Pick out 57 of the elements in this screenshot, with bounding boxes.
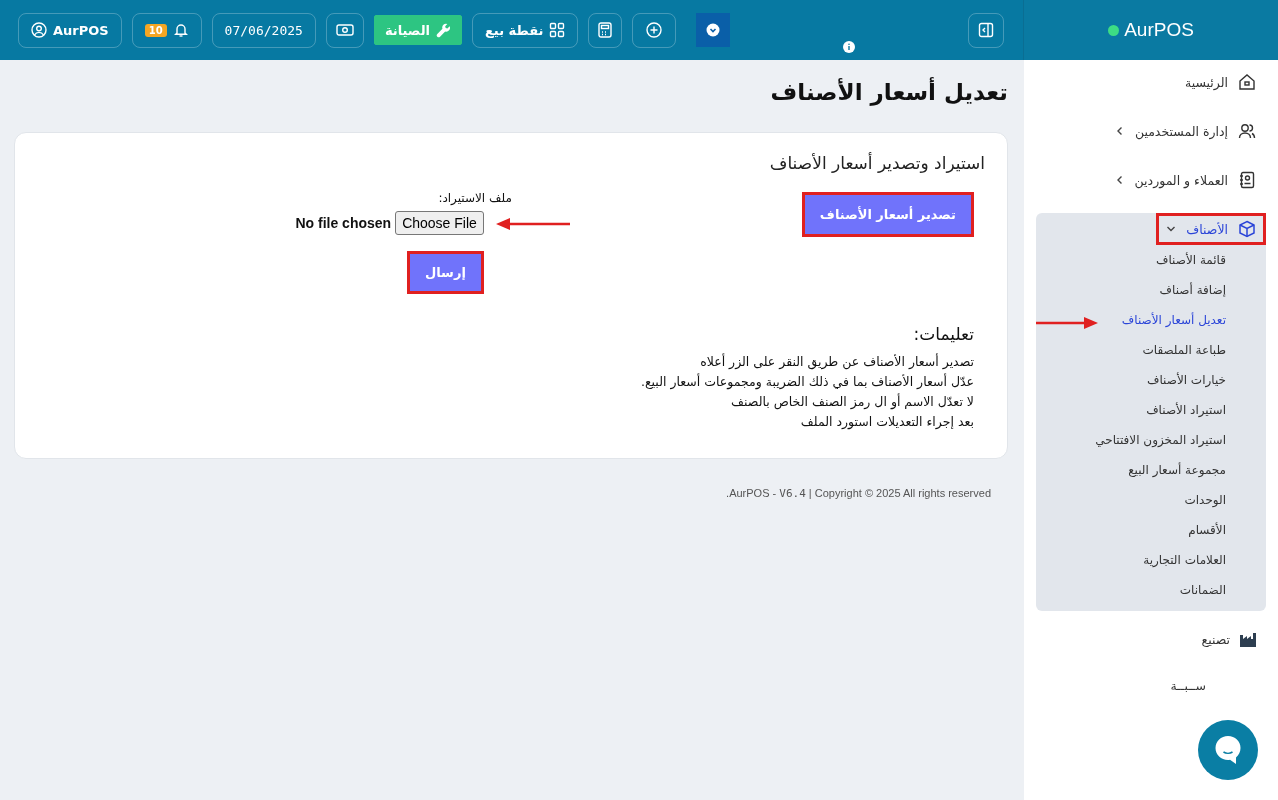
- instruction-line: بعد إجراء التعديلات استورد الملف: [799, 413, 974, 432]
- factory-icon: [1240, 632, 1256, 647]
- grid-icon: [549, 22, 566, 38]
- sidebar-item[interactable]: تصنيع: [1191, 625, 1266, 654]
- cash-icon: [335, 23, 354, 37]
- submenu-item[interactable]: الضمانات: [1179, 575, 1226, 605]
- sidebar-toggle-button[interactable]: [968, 12, 1004, 48]
- calculator-icon: [598, 22, 613, 38]
- instruction-line: عدّل أسعار الأصناف بما في ذلك الضريبة ومجموعات أسعار البيع.: [639, 372, 974, 392]
- cash-button[interactable]: [325, 12, 364, 48]
- notification-count: 10: [144, 23, 167, 37]
- info-icon[interactable]: [843, 41, 856, 53]
- download-icon: [706, 23, 721, 37]
- user-icon: [31, 22, 47, 38]
- page-title: تعديل أسعار الأصناف: [769, 79, 1008, 105]
- pos-button[interactable]: نقطة بيع: [472, 12, 579, 48]
- bell-icon: [172, 22, 189, 38]
- submenu-item[interactable]: طباعة الملصقات: [1142, 335, 1226, 365]
- file-label: ملف الاستيراد:: [438, 191, 512, 205]
- sidebar-item[interactable]: الأصناف: [1156, 213, 1266, 245]
- sidebar-item[interactable]: إدارة المستخدمين: [1104, 115, 1266, 147]
- instruction-line: لا تعدّل الاسم أو ال رمز الصنف الخاص بالصنف: [730, 392, 974, 412]
- sidebar-item[interactable]: ســبــة: [1160, 671, 1266, 700]
- instructions-heading: تعليمات:: [912, 324, 974, 344]
- submenu-item[interactable]: إضافة أصناف: [1159, 275, 1226, 305]
- user-menu-button[interactable]: AurPOS: [18, 12, 122, 48]
- submenu-item[interactable]: خيارات الأصناف: [1146, 365, 1226, 395]
- instruction-line: تصدير أسعار الأصناف عن طريق النقر على الزر أعلاه: [699, 352, 974, 372]
- box-icon: [1238, 220, 1256, 238]
- sidebar-icon: [978, 22, 994, 38]
- download-button[interactable]: [696, 13, 731, 47]
- file-status: No file chosen: [295, 215, 392, 231]
- choose-file-button[interactable]: Choose File: [395, 211, 484, 235]
- submenu-item[interactable]: استيراد الأصناف: [1146, 395, 1226, 425]
- submenu-item[interactable]: الأقسام: [1188, 515, 1226, 545]
- submenu-item[interactable]: الوحدات: [1184, 485, 1226, 515]
- date-button[interactable]: 07/06/2025: [211, 12, 316, 48]
- wrench-icon: [436, 22, 451, 38]
- add-button[interactable]: [632, 12, 677, 48]
- export-button[interactable]: تصدير أسعار الأصناف: [801, 192, 974, 237]
- plus-icon: [646, 22, 663, 38]
- submenu-item[interactable]: مجموعة أسعار البيع: [1128, 455, 1226, 485]
- submenu-item[interactable]: قائمة الأصناف: [1156, 245, 1226, 275]
- sidebar-item[interactable]: العملاء و الموردين: [1104, 164, 1266, 196]
- submit-button[interactable]: إرسال: [406, 251, 484, 294]
- card-heading: استيراد وتصدير أسعار الأصناف: [768, 153, 985, 173]
- submenu-item[interactable]: العلامات التجارية: [1143, 545, 1226, 575]
- calculator-button[interactable]: [588, 12, 623, 48]
- sidebar-item[interactable]: الرئيسية: [1174, 66, 1266, 98]
- home-icon: [1238, 73, 1256, 91]
- contact-book-icon: [1238, 171, 1256, 189]
- users-icon: [1238, 122, 1256, 140]
- submenu-item[interactable]: تعديل أسعار الأصناف: [1121, 305, 1226, 335]
- submenu-item[interactable]: استيراد المخزون الافتتاحي: [1095, 425, 1226, 455]
- brand-name: AurPOS: [1124, 19, 1194, 41]
- footer-copyright: .AurPOS - V6.4 | Copyright © 2025 All rights reserved: [725, 487, 991, 500]
- chat-bubble-icon: [1214, 735, 1242, 765]
